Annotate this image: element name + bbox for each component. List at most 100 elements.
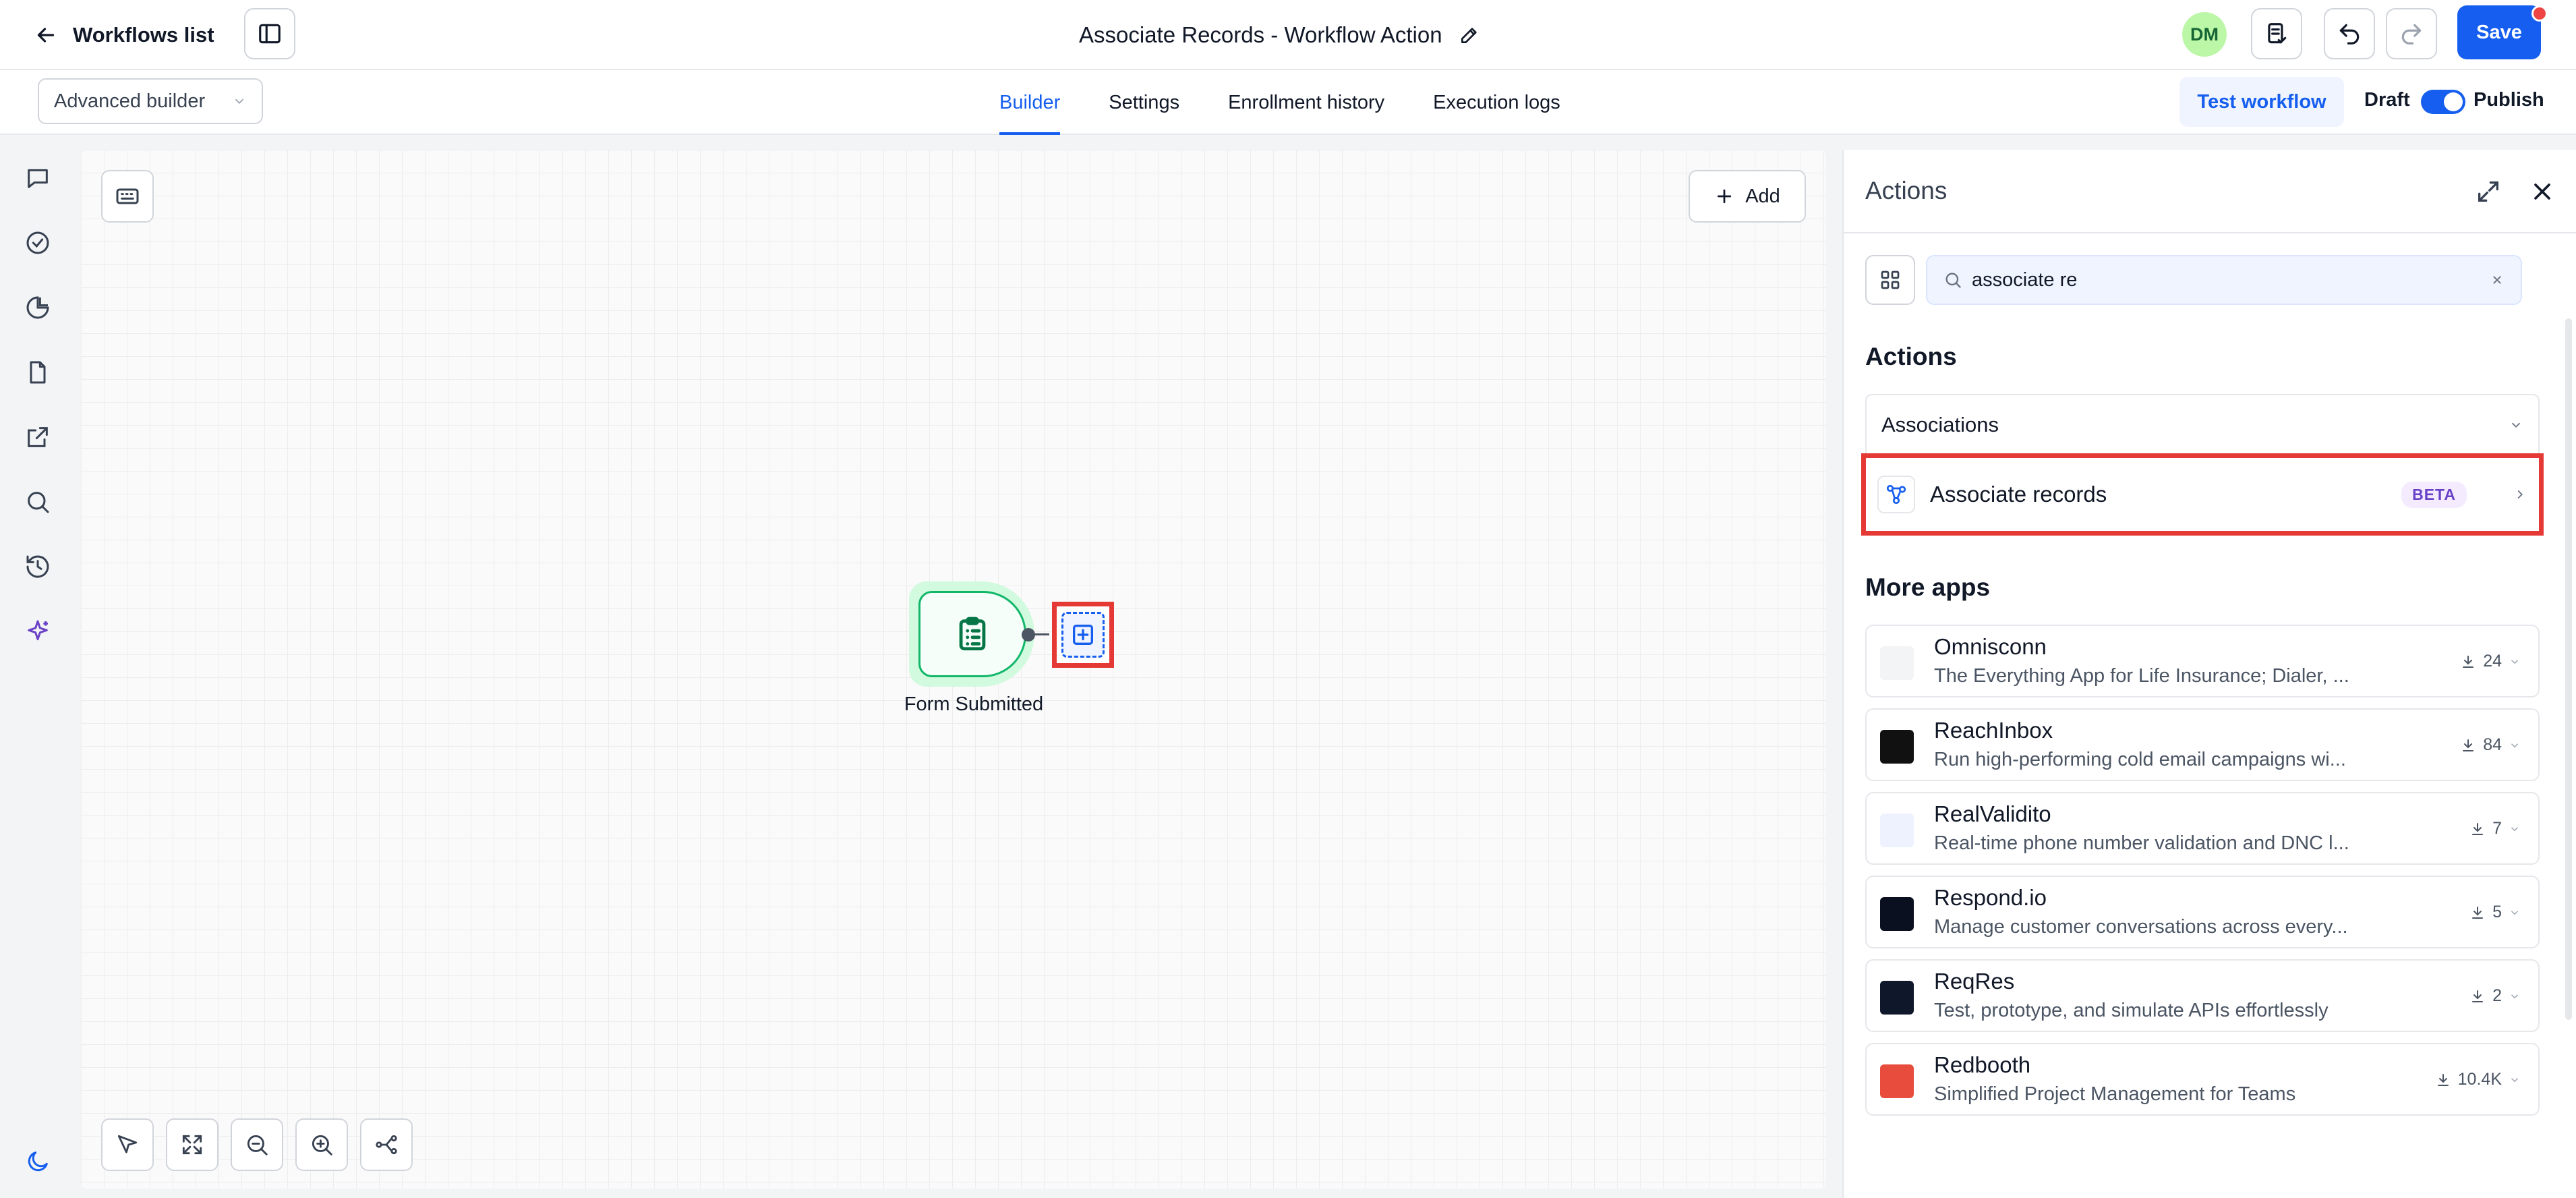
associate-records-label: Associate records (1930, 482, 2107, 507)
clear-search-icon[interactable] (2490, 273, 2505, 287)
app-card[interactable]: Respond.io Manage customer conversations … (1865, 876, 2540, 948)
trigger-node[interactable] (918, 591, 1026, 677)
chevron-down-icon (235, 98, 244, 105)
workflow-canvas[interactable]: Add Form Submitted (81, 150, 1826, 1189)
pencil-icon[interactable] (1459, 24, 1480, 46)
chat-bubble-icon (28, 169, 48, 188)
redo-icon (2401, 24, 2422, 45)
select-tool-button[interactable] (101, 1118, 154, 1171)
trigger-node-label: Form Submitted (904, 693, 1044, 715)
app-name: Respond.io (1934, 885, 2047, 910)
install-count-value: 2 (2492, 986, 2502, 1005)
app-card[interactable]: ReachInbox Run high-performing cold email… (1865, 708, 2540, 781)
category-label: Associations (1881, 413, 1999, 436)
zoom-in-icon (312, 1135, 332, 1156)
rail-history[interactable] (20, 549, 55, 584)
auto-layout-button[interactable] (360, 1118, 413, 1171)
tab-builder[interactable]: Builder (999, 70, 1061, 135)
user-avatar[interactable]: DM (2182, 12, 2227, 57)
associate-records-action[interactable]: Associate records BETA (1871, 463, 2534, 526)
app-install-count: 7 (2469, 819, 2521, 838)
chevron-down-icon (2511, 826, 2519, 831)
app-description: Test, prototype, and simulate APIs effor… (1934, 1000, 2329, 1021)
undo-icon (2339, 24, 2360, 45)
download-icon (2472, 822, 2484, 835)
close-icon[interactable] (2529, 178, 2556, 205)
search-icon (28, 492, 49, 513)
save-button[interactable]: Save (2457, 5, 2541, 59)
panel-header: Actions (1844, 150, 2576, 233)
chevron-down-icon (2511, 910, 2519, 915)
workflow-tabs: Builder Settings Enrollment history Exec… (999, 70, 1609, 135)
workflow-title-area: Associate Records - Workflow Action (1079, 15, 1480, 55)
app-install-count: 84 (2460, 735, 2521, 755)
test-workflow-button[interactable]: Test workflow (2179, 77, 2344, 127)
keyboard-shortcuts-button[interactable] (101, 170, 154, 223)
app-card[interactable]: Redbooth Simplified Project Management fo… (1865, 1043, 2540, 1116)
rail-conversations[interactable] (20, 161, 55, 196)
builder-mode-select[interactable]: Advanced builder (38, 78, 263, 124)
document-check-icon (2268, 23, 2287, 44)
notes-button[interactable] (2251, 8, 2302, 59)
external-link-icon (28, 427, 48, 447)
plus-square-icon (1073, 625, 1093, 645)
action-search-input[interactable] (1972, 268, 2480, 291)
chevron-down-icon (2511, 994, 2519, 998)
unsaved-indicator-dot (2531, 5, 2548, 22)
fit-view-button[interactable] (166, 1118, 218, 1171)
category-associations[interactable]: Associations (1865, 394, 2540, 456)
arrow-left-icon (37, 28, 55, 42)
app-logo (1880, 646, 1914, 680)
chevron-down-icon (2511, 743, 2519, 747)
tab-execution-logs[interactable]: Execution logs (1433, 70, 1560, 135)
add-action-node[interactable] (1061, 612, 1105, 658)
zoom-in-button[interactable] (295, 1118, 348, 1171)
app-install-count: 5 (2469, 903, 2521, 922)
panel-title: Actions (1865, 177, 1948, 204)
tab-enrollment-history[interactable]: Enrollment history (1228, 70, 1384, 135)
rail-external[interactable] (20, 420, 55, 455)
clipboard-list-icon (959, 617, 986, 651)
panel-scrollbar[interactable] (2565, 318, 2572, 1020)
zoom-out-button[interactable] (231, 1118, 283, 1171)
download-icon (2472, 990, 2484, 1002)
plus-icon (1718, 189, 1732, 204)
left-rail (0, 135, 74, 1198)
top-bar: Workflows list Associate Records - Workf… (0, 0, 2576, 70)
app-description: Simplified Project Management for Teams (1934, 1083, 2296, 1105)
rail-ai[interactable] (20, 614, 55, 649)
publish-toggle[interactable] (2421, 90, 2465, 114)
undo-button[interactable] (2324, 8, 2375, 59)
rail-search[interactable] (20, 484, 55, 519)
clock-history-icon (26, 555, 49, 578)
app-logo (1880, 981, 1914, 1015)
redo-button[interactable] (2386, 8, 2437, 59)
app-card[interactable]: RealValidito Real-time phone number valid… (1865, 792, 2540, 865)
workflow-title: Associate Records - Workflow Action (1079, 22, 1442, 47)
app-name: Redbooth (1934, 1052, 2031, 1077)
add-step-button[interactable]: Add (1689, 170, 1806, 223)
toggle-sidebar-button[interactable] (244, 8, 295, 59)
moon-icon (28, 1151, 48, 1172)
action-search (1926, 255, 2522, 305)
category-grid-button[interactable] (1865, 255, 1915, 305)
chevron-down-icon (2511, 422, 2521, 428)
publish-label: Publish (2473, 89, 2544, 111)
expand-panel-icon[interactable] (2475, 178, 2502, 205)
app-description: Real-time phone number validation and DN… (1934, 832, 2349, 854)
rail-dark-mode[interactable] (20, 1144, 55, 1179)
chevron-down-icon (2511, 659, 2519, 664)
app-install-count: 10.4K (2435, 1070, 2521, 1089)
keyboard-icon (116, 188, 139, 204)
app-card[interactable]: Omnisconn The Everything App for Life Ins… (1865, 625, 2540, 697)
file-icon (30, 361, 46, 384)
back-to-workflows-button[interactable]: Workflows list (34, 15, 214, 55)
add-label: Add (1745, 185, 1780, 207)
rail-reports[interactable] (20, 290, 55, 325)
app-logo (1880, 1064, 1914, 1098)
app-card[interactable]: ReqRes Test, prototype, and simulate APIs… (1865, 959, 2540, 1032)
rail-documents[interactable] (20, 355, 55, 390)
rail-tasks[interactable] (20, 225, 55, 260)
search-icon (1945, 273, 1961, 288)
tab-settings[interactable]: Settings (1109, 70, 1179, 135)
